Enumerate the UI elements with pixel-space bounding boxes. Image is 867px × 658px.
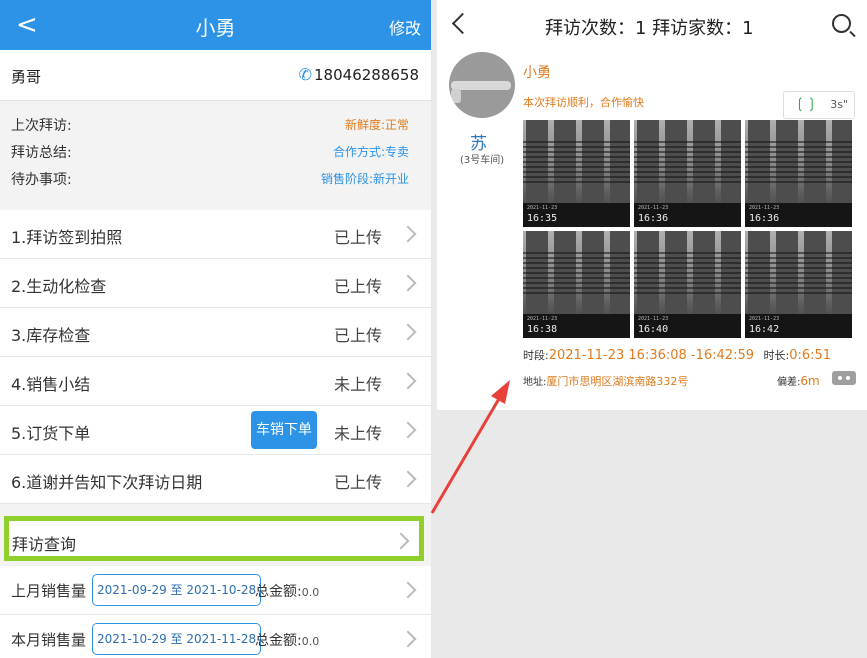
annotation-arrow <box>430 380 510 514</box>
arrow-head <box>491 380 510 404</box>
arrow-shaft <box>430 396 502 514</box>
